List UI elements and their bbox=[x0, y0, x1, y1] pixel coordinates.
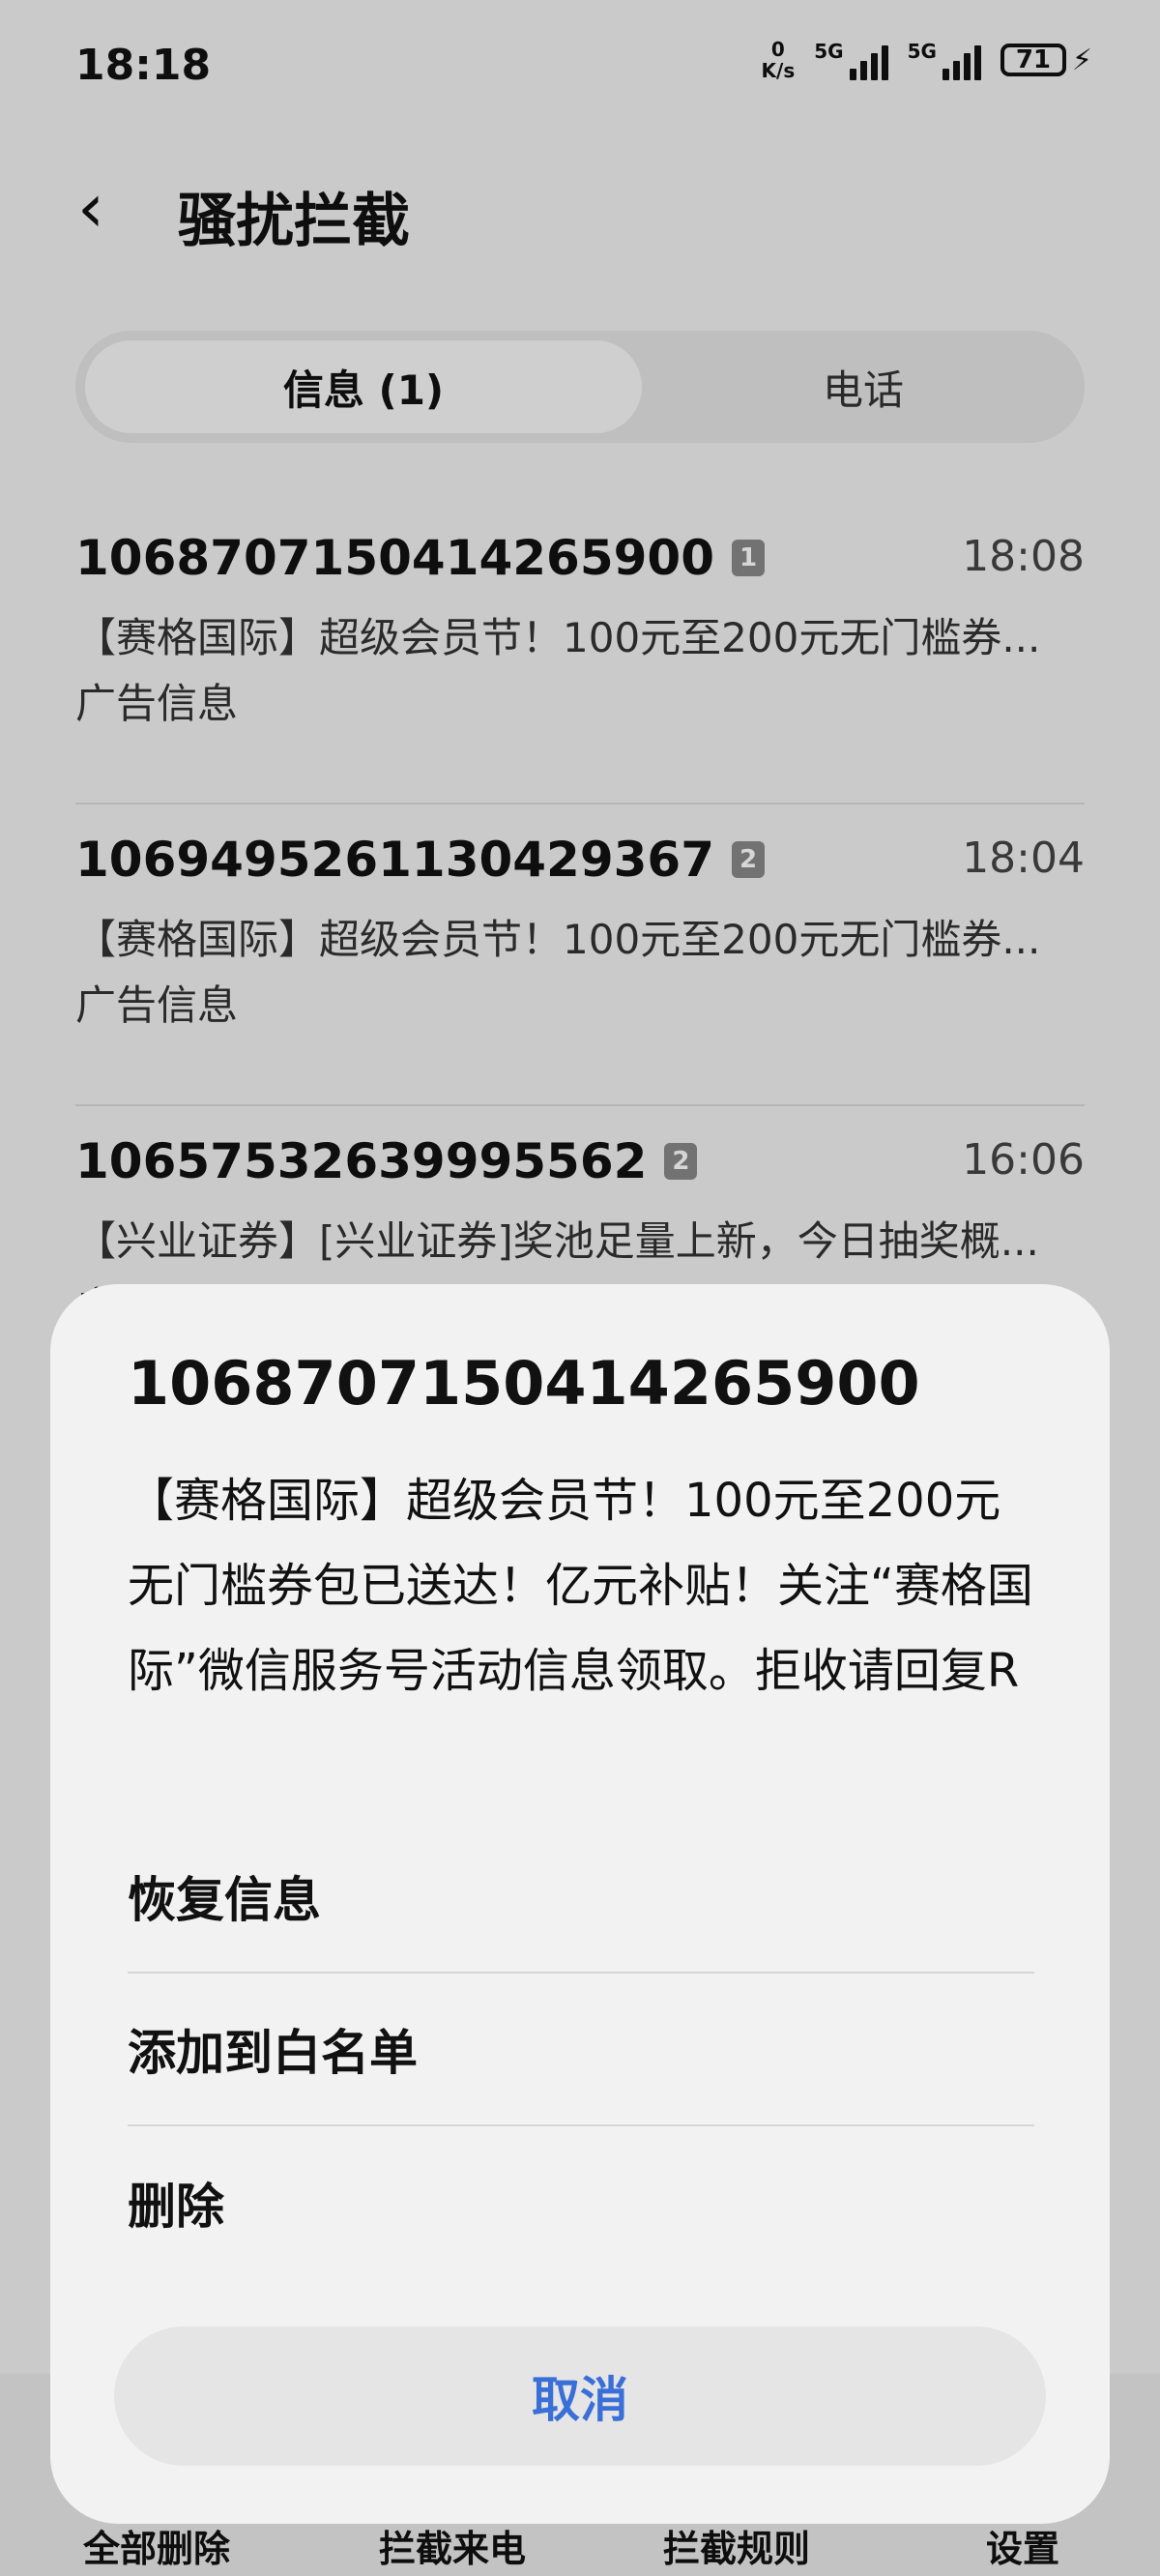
add-to-whitelist-button[interactable]: 添加到白名单 bbox=[128, 1974, 1034, 2126]
restore-message-button[interactable]: 恢复信息 bbox=[128, 1821, 1034, 1974]
delete-button[interactable]: 删除 bbox=[128, 2126, 1034, 2279]
cancel-button[interactable]: 取消 bbox=[114, 2327, 1046, 2466]
sheet-message-body: 【赛格国际】超级会员节！100元至200元无门槛券包已送达！亿元补贴！关注“赛格… bbox=[128, 1474, 1033, 1698]
sheet-sender-number: 1068707150414265900 bbox=[128, 1348, 920, 1419]
message-action-sheet: 1068707150414265900 【赛格国际】超级会员节！100元至200… bbox=[50, 1284, 1110, 2524]
